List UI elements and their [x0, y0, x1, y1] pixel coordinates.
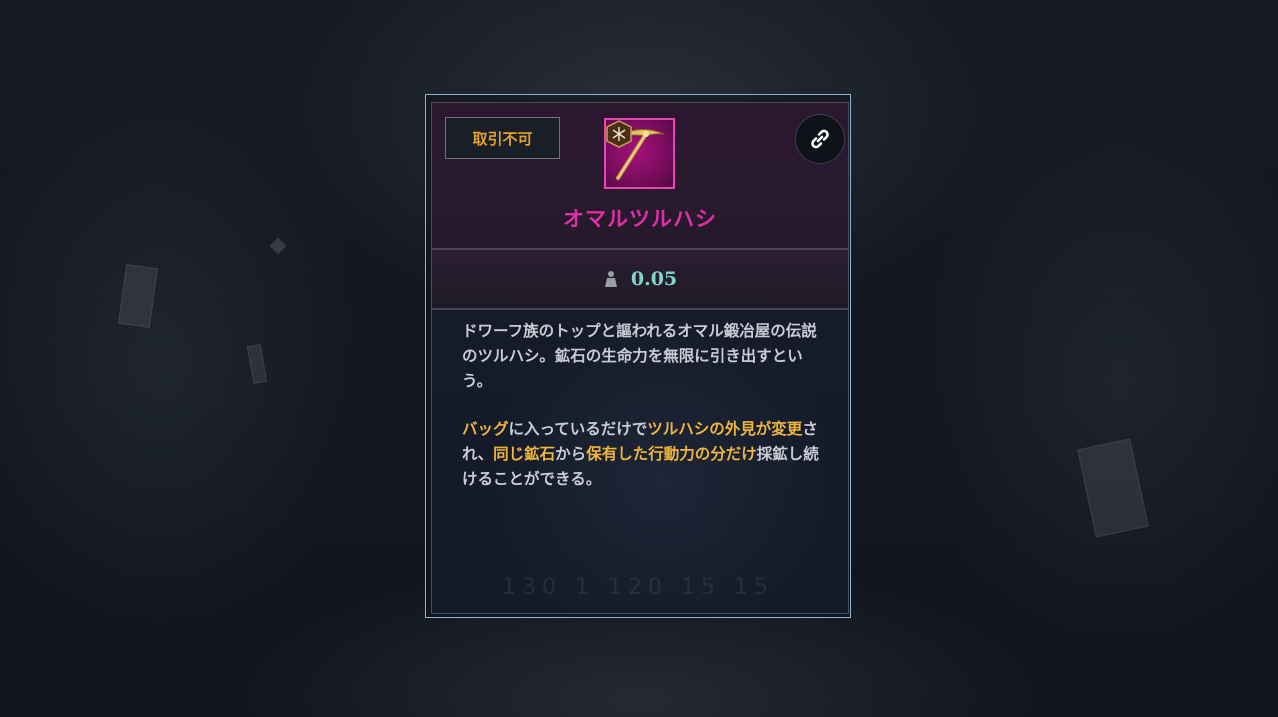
description-paragraph-1: ドワーフ族のトップと謳われるオマル鍛冶屋の伝説のツルハシ。鉱石の生命力を無限に引… — [462, 322, 817, 390]
description-highlight: 同じ鉱石 — [493, 445, 556, 463]
item-description-section: 130 1 120 15 15 ドワーフ族のトップと謳われるオマル鍛冶屋の伝説の… — [432, 310, 848, 613]
item-description: ドワーフ族のトップと謳われるオマル鍛冶屋の伝説のツルハシ。鉱石の生命力を無限に引… — [462, 319, 832, 492]
background-watermark: 130 1 120 15 15 — [502, 575, 774, 600]
item-header: 取引不可 オマルツルハシ — [432, 103, 848, 250]
background-paper-scrap — [246, 344, 268, 384]
background-paper-scrap — [117, 264, 159, 328]
link-icon — [811, 129, 829, 149]
weight-value: 0.05 — [630, 268, 678, 290]
link-button[interactable] — [795, 114, 845, 164]
item-weight-row: 0.05 — [432, 250, 848, 310]
grade-emblem-icon — [606, 120, 632, 148]
trade-restriction-badge: 取引不可 — [445, 117, 560, 159]
description-highlight: ツルハシの外見が変更 — [647, 420, 803, 438]
description-paragraph-2: バッグに入っているだけでツルハシの外見が変更され、同じ鉱石から保有した行動力の分… — [462, 417, 832, 492]
description-highlight: 保有した行動力の分だけ — [586, 445, 757, 463]
pickaxe-icon — [604, 118, 675, 189]
background-paper-scrap — [1077, 438, 1149, 538]
item-tooltip-inner: 取引不可 オマルツルハシ 0.05 130 1 120 15 15 ドワーフ族の… — [431, 102, 849, 614]
weight-icon — [604, 271, 617, 287]
description-text: から — [555, 445, 587, 463]
background-marker — [269, 237, 287, 255]
game-scene-background: 取引不可 オマルツルハシ 0.05 130 1 120 15 15 ドワーフ族の… — [0, 0, 1278, 717]
item-name: オマルツルハシ — [563, 207, 717, 231]
description-text: に入っているだけで — [508, 420, 648, 438]
description-highlight: バッグ — [462, 420, 509, 438]
item-tooltip-card: 取引不可 オマルツルハシ 0.05 130 1 120 15 15 ドワーフ族の… — [425, 94, 851, 618]
